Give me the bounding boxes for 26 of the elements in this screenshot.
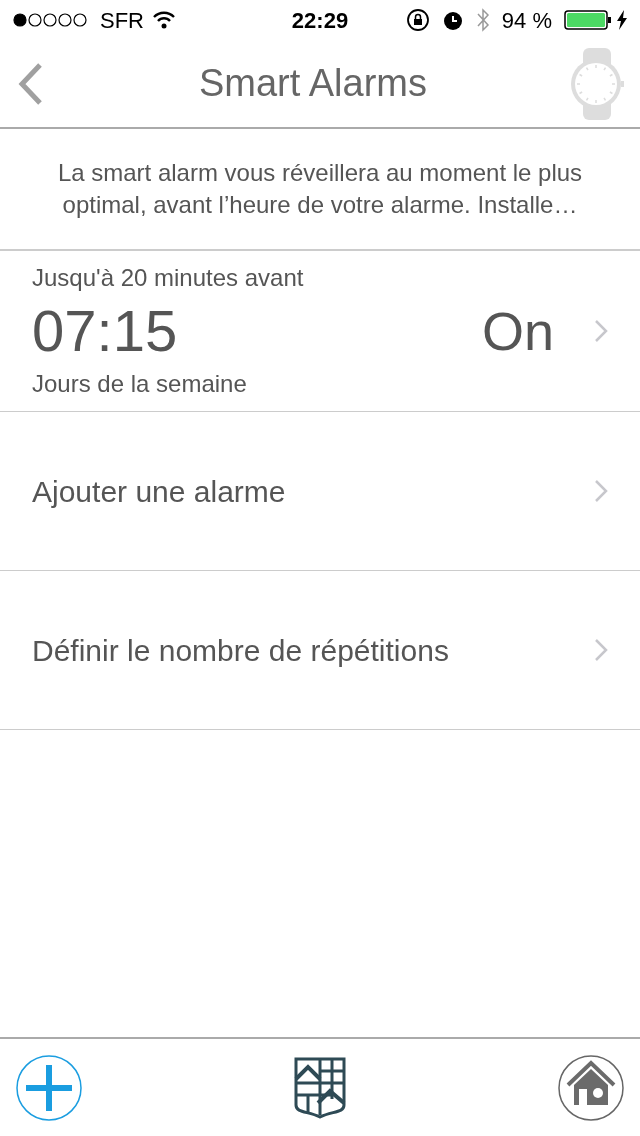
action-label: Définir le nombre de répétitions [32, 632, 450, 669]
chevron-icon [594, 319, 608, 343]
battery-icon [564, 10, 612, 30]
bluetooth-icon [475, 7, 490, 33]
rotation-lock-icon [405, 8, 430, 32]
add-icon[interactable] [16, 1054, 82, 1121]
alarm-clock-icon [441, 9, 464, 31]
alarm-time: 07:15 [32, 297, 179, 365]
alarm-row[interactable]: Jusqu'à 20 minutes avant 07:15 Jours de la semaine On [0, 251, 640, 412]
description-text: La smart alarm vous réveillera au moment le plus optimal, avant l’heure de votre alarme. Installe… [0, 129, 640, 251]
action-row[interactable]: Définir le nombre de répétitions [0, 571, 640, 730]
carrier-name: SFR [100, 6, 144, 35]
shield-icon[interactable] [294, 1056, 346, 1119]
page-title: Smart Alarms [197, 61, 428, 106]
home-icon[interactable] [558, 1054, 624, 1121]
alarm-status: On [481, 299, 554, 363]
clock-time: 22:29 [291, 6, 349, 35]
chevron-icon [594, 479, 608, 503]
action-row[interactable]: Ajouter une alarme [0, 412, 640, 571]
battery-percent: 94 % [501, 6, 552, 35]
charging-icon [616, 10, 628, 30]
wifi-icon [152, 11, 176, 29]
alarm-window: Jusqu'à 20 minutes avant [32, 260, 482, 296]
action-label: Ajouter une alarme [32, 473, 287, 510]
alarm-days: Jours de la semaine [32, 366, 482, 402]
chevron-icon [594, 638, 608, 662]
